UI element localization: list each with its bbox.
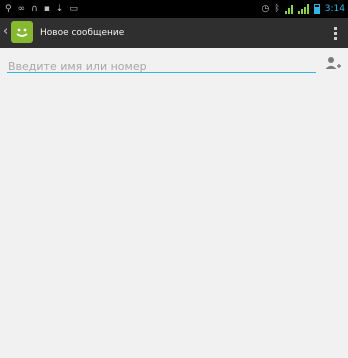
action-bar: ‹ Новое сообщение <box>0 18 348 48</box>
headset-icon: ∩ <box>31 4 38 14</box>
screen-title: Новое сообщение <box>40 28 125 38</box>
recipient-input[interactable] <box>7 58 316 75</box>
usb-icon: ⚲ <box>5 4 12 14</box>
sd-card-icon: ▪ <box>43 4 50 14</box>
status-bar: ⚲ ∞ ∩ ▪ ⇣ ▭ ◷ ᛒ 3:14 <box>0 0 348 18</box>
notification-icons: ⚲ ∞ ∩ ▪ ⇣ ▭ <box>5 3 78 15</box>
voicemail-icon: ∞ <box>17 4 26 14</box>
screenshot-icon: ▭ <box>69 4 78 14</box>
signal-icon <box>297 4 309 14</box>
system-icons: ◷ ᛒ 3:14 <box>262 3 345 15</box>
messaging-smiley-icon[interactable] <box>11 21 33 43</box>
up-navigation-icon[interactable]: ‹ <box>3 24 8 40</box>
wifi-icon <box>284 4 293 14</box>
battery-icon <box>313 4 320 14</box>
bluetooth-icon: ᛒ <box>274 4 280 14</box>
alarm-icon: ◷ <box>261 4 270 14</box>
status-time: 3:14 <box>324 4 345 14</box>
overflow-menu-icon[interactable] <box>334 27 338 40</box>
add-contact-icon[interactable] <box>324 55 342 73</box>
recipient-field[interactable] <box>7 55 316 75</box>
download-icon: ⇣ <box>55 4 64 14</box>
